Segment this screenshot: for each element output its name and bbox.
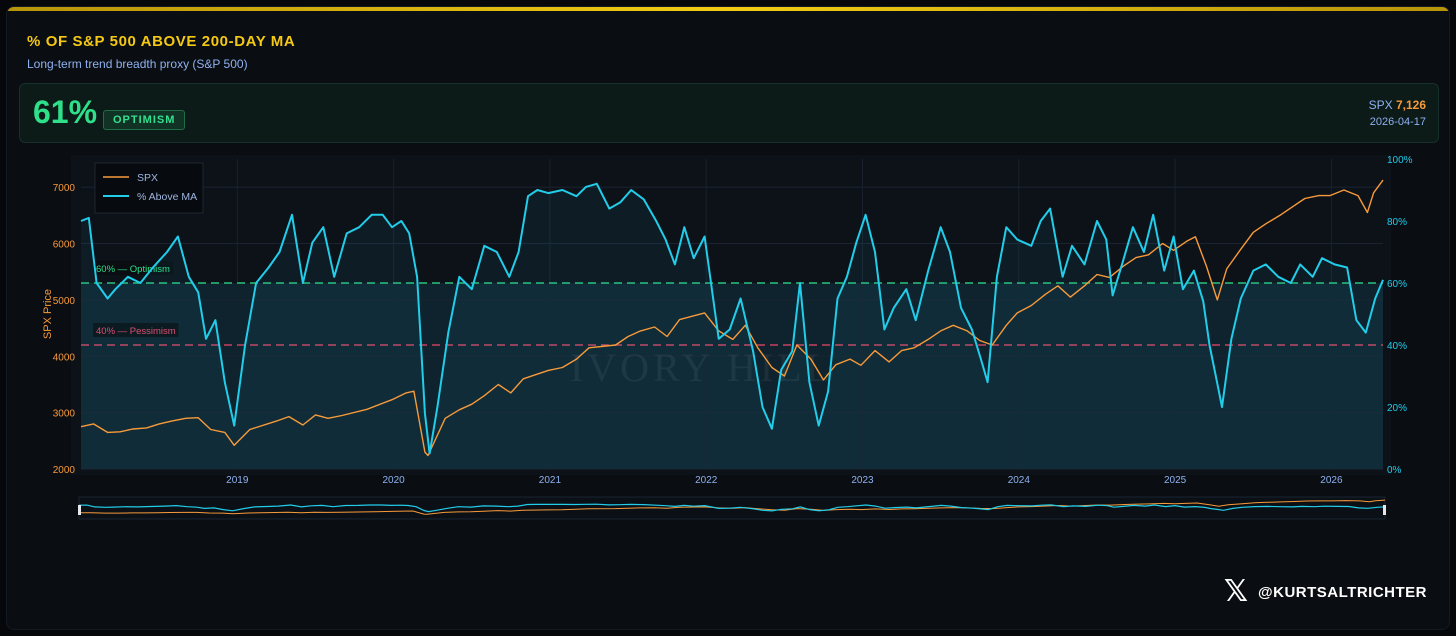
- x-logo-icon: 𝕏: [1223, 574, 1248, 609]
- y-tick-right: 40%: [1387, 341, 1407, 352]
- y-tick-left: 6000: [53, 240, 76, 251]
- x-tick: 2019: [226, 475, 249, 486]
- x-tick: 2024: [1008, 475, 1031, 486]
- y-tick-left: 2000: [53, 465, 76, 476]
- legend-label-spx: SPX: [137, 172, 158, 184]
- y-tick-left: 7000: [53, 183, 76, 194]
- y-tick-right: 0%: [1387, 465, 1402, 476]
- branding: 𝕏 @KURTSALTRICHTER: [1224, 577, 1427, 607]
- y-tick-right: 60%: [1387, 279, 1407, 290]
- legend-box: [94, 162, 204, 214]
- x-tick: 2026: [1320, 475, 1343, 486]
- x-tick: 2022: [695, 475, 718, 486]
- navigator-handle-left[interactable]: [78, 505, 81, 515]
- navigator-handle-right[interactable]: [1383, 505, 1386, 515]
- author-handle: @KURTSALTRICHTER: [1257, 583, 1427, 601]
- legend-label-breadth: % Above MA: [137, 191, 197, 203]
- y-tick-right: 80%: [1387, 217, 1407, 228]
- y-tick-right: 20%: [1387, 403, 1407, 414]
- breadth-chart[interactable]: 2000 3000 4000 5000 6000 7000 0% 20% 40% 60% 80% 10…: [7, 7, 1449, 629]
- y-tick-left: 5000: [53, 296, 76, 307]
- y-tick-right: 100%: [1387, 155, 1413, 166]
- y-tick-left: 3000: [53, 409, 76, 420]
- x-tick: 2023: [851, 475, 874, 486]
- y-axis-label-left: SPX Price: [42, 289, 54, 339]
- dashboard-card: % OF S&P 500 ABOVE 200-DAY MA Long-term …: [6, 6, 1450, 630]
- y-tick-left: 4000: [53, 352, 76, 363]
- x-tick: 2025: [1164, 475, 1187, 486]
- x-tick: 2021: [539, 475, 562, 486]
- x-tick: 2020: [382, 475, 405, 486]
